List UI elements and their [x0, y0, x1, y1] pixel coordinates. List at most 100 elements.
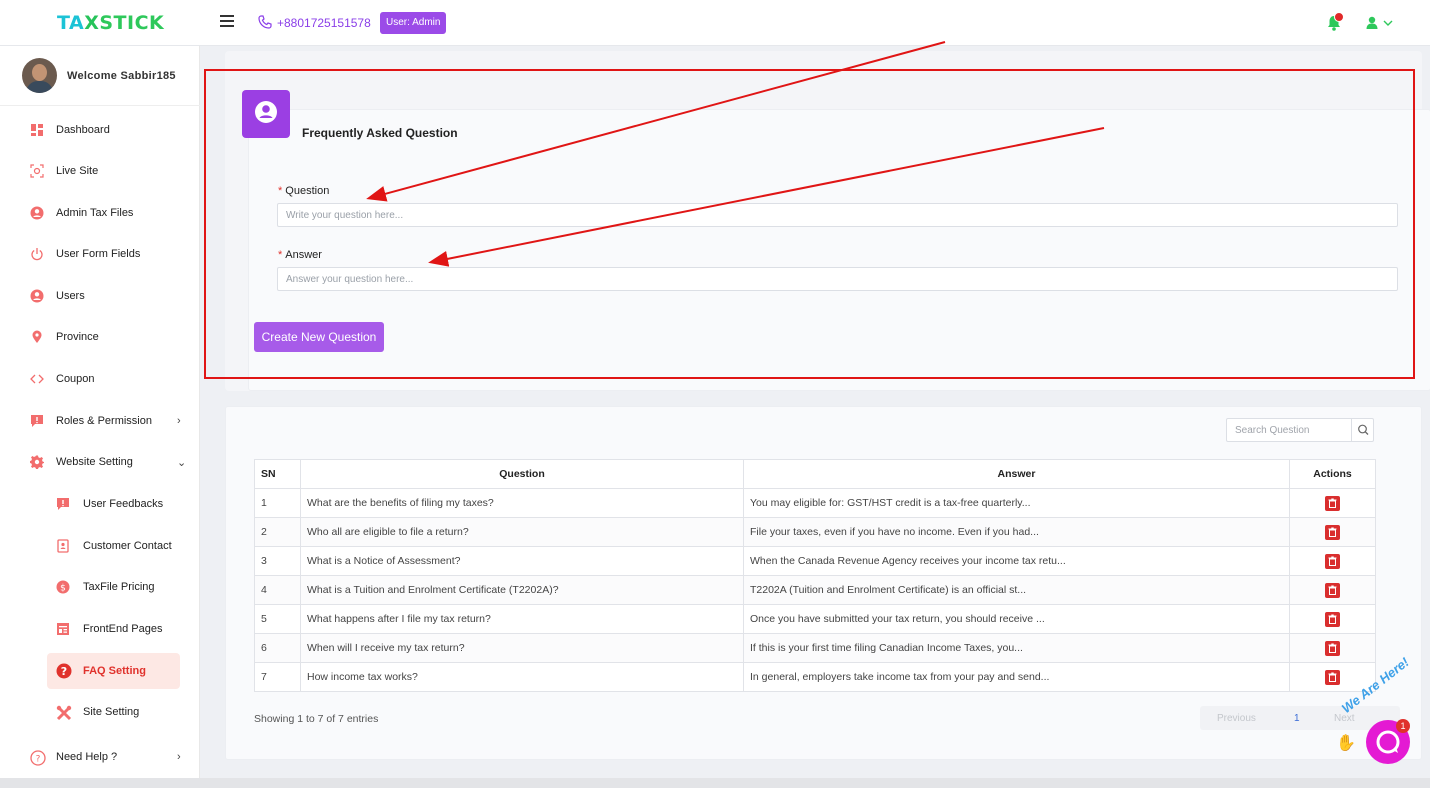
- phone-number: +8801725151578: [277, 16, 371, 30]
- row-answer: You may eligible for: GST/HST credit is …: [743, 488, 1290, 518]
- tools-icon: [56, 705, 72, 721]
- sidebar-item-site-setting[interactable]: Site Setting: [0, 695, 200, 729]
- trash-icon: [1328, 585, 1337, 595]
- row-sn: 3: [254, 546, 301, 576]
- search-button[interactable]: [1351, 419, 1374, 441]
- main-content: *Question *Answer Frequently Asked Quest…: [201, 46, 1430, 778]
- column-header: Actions: [1289, 459, 1376, 489]
- row-question: What is a Tuition and Enrolment Certific…: [300, 575, 744, 605]
- sidebar-item-coupon[interactable]: Coupon: [0, 362, 200, 396]
- sidebar-item-user-feedbacks[interactable]: User Feedbacks: [0, 487, 200, 521]
- sidebar-item-frontend-pages[interactable]: FrontEnd Pages: [0, 612, 200, 646]
- row-actions: [1289, 517, 1376, 547]
- search-input[interactable]: [1227, 419, 1351, 441]
- contact-icon: [56, 539, 72, 553]
- logo[interactable]: TAXSTICK: [57, 12, 164, 34]
- answer-input[interactable]: [277, 267, 1398, 291]
- row-question: What is a Notice of Assessment?: [300, 546, 744, 576]
- row-question: What are the benefits of filing my taxes…: [300, 488, 744, 518]
- table-row: 4 What is a Tuition and Enrolment Certif…: [254, 575, 1376, 605]
- delete-button[interactable]: [1325, 640, 1340, 656]
- role-badge: User: Admin: [380, 12, 447, 34]
- dollar-icon: $: [56, 580, 72, 594]
- create-question-button[interactable]: Create New Question: [254, 322, 384, 352]
- user-menu-icon[interactable]: [1366, 14, 1396, 32]
- sidebar-item-users[interactable]: Users: [0, 279, 200, 313]
- row-question: How income tax works?: [300, 662, 744, 692]
- live-site-icon: [30, 164, 46, 178]
- search-icon: [1358, 424, 1369, 435]
- pagination-page[interactable]: 1: [1294, 713, 1300, 724]
- trash-icon: [1328, 672, 1337, 682]
- row-answer: When the Canada Revenue Agency receives …: [743, 546, 1290, 576]
- sidebar-item-need-help[interactable]: ? Need Help ? ›: [0, 740, 200, 774]
- sidebar-item-customer-contact[interactable]: Customer Contact: [0, 529, 200, 563]
- question-input[interactable]: [277, 203, 1398, 227]
- row-sn: 5: [254, 604, 301, 634]
- sidebar-item-user-form-fields[interactable]: User Form Fields: [0, 237, 200, 271]
- row-answer: Once you have submitted your tax return,…: [743, 604, 1290, 634]
- pagination-next[interactable]: Next: [1334, 713, 1355, 724]
- pages-icon: [56, 622, 72, 636]
- faq-card-icon: [242, 90, 290, 138]
- row-sn: 6: [254, 633, 301, 663]
- row-sn: 7: [254, 662, 301, 692]
- faq-table-card: SN Question Answer Actions 1 What are th…: [225, 406, 1422, 760]
- row-sn: 2: [254, 517, 301, 547]
- column-header[interactable]: Answer: [743, 459, 1290, 489]
- search-box: [1226, 418, 1374, 442]
- row-actions: [1289, 633, 1376, 663]
- question-label: * Question: [278, 185, 330, 197]
- chevron-down-icon: ⌄: [177, 457, 187, 469]
- column-header[interactable]: SN: [254, 459, 301, 489]
- faq-form-card: *Question *Answer: [248, 109, 1430, 391]
- sidebar-item-live-site[interactable]: Live Site: [0, 154, 200, 188]
- delete-button[interactable]: [1325, 669, 1340, 685]
- welcome-text: Welcome Sabbir185: [67, 70, 176, 82]
- table-row: 3 What is a Notice of Assessment? When t…: [254, 546, 1376, 576]
- sidebar-item-website-setting[interactable]: Website Setting ⌄: [0, 445, 200, 479]
- sidebar-item-roles-permission[interactable]: Roles & Permission ›: [0, 404, 200, 438]
- sidebar-item-admin-tax-files[interactable]: Admin Tax Files: [0, 196, 200, 230]
- alert-message-icon: [30, 414, 46, 428]
- delete-button[interactable]: [1325, 582, 1340, 598]
- table-row: 1 What are the benefits of filing my tax…: [254, 488, 1376, 518]
- user-circle-icon: [30, 206, 46, 220]
- welcome-block: Welcome Sabbir185: [0, 46, 200, 106]
- trash-icon: [1328, 556, 1337, 566]
- avatar[interactable]: [22, 58, 57, 93]
- horizontal-scrollbar[interactable]: [0, 778, 1430, 788]
- row-answer: T2202A (Tuition and Enrolment Certificat…: [743, 575, 1290, 605]
- row-actions: [1289, 604, 1376, 634]
- trash-icon: [1328, 643, 1337, 653]
- svg-text:?: ?: [36, 755, 41, 765]
- sidebar-item-faq-setting[interactable]: ? FAQ Setting: [47, 653, 180, 689]
- question-icon: ?: [56, 663, 72, 679]
- row-answer: File your taxes, even if you have no inc…: [743, 517, 1290, 547]
- row-actions: [1289, 575, 1376, 605]
- row-actions: [1289, 488, 1376, 518]
- sidebar: Welcome Sabbir185 Dashboard Live Site Ad…: [0, 46, 200, 778]
- sidebar-item-dashboard[interactable]: Dashboard: [0, 113, 200, 147]
- gear-icon: [30, 455, 46, 469]
- notification-dot: [1334, 12, 1344, 22]
- table-row: 6 When will I receive my tax return? If …: [254, 633, 1376, 663]
- row-question: When will I receive my tax return?: [300, 633, 744, 663]
- delete-button[interactable]: [1325, 495, 1340, 511]
- delete-button[interactable]: [1325, 524, 1340, 540]
- chat-badge: 1: [1396, 719, 1410, 733]
- waving-hand-icon: ✋: [1336, 735, 1356, 752]
- top-bar: TAXSTICK +8801725151578 User: Admin: [0, 0, 1430, 46]
- delete-button[interactable]: [1325, 611, 1340, 627]
- faq-card-title: Frequently Asked Question: [302, 126, 458, 140]
- hamburger-menu-icon[interactable]: [220, 15, 234, 27]
- sidebar-item-province[interactable]: Province: [0, 320, 200, 354]
- sidebar-item-taxfile-pricing[interactable]: $ TaxFile Pricing: [0, 570, 200, 604]
- delete-button[interactable]: [1325, 553, 1340, 569]
- pagination-previous[interactable]: Previous: [1217, 713, 1256, 724]
- row-sn: 4: [254, 575, 301, 605]
- entries-summary: Showing 1 to 7 of 7 entries: [254, 713, 379, 725]
- dashboard-icon: [30, 123, 46, 137]
- column-header[interactable]: Question: [300, 459, 744, 489]
- table-header-row: SN Question Answer Actions: [254, 459, 1376, 489]
